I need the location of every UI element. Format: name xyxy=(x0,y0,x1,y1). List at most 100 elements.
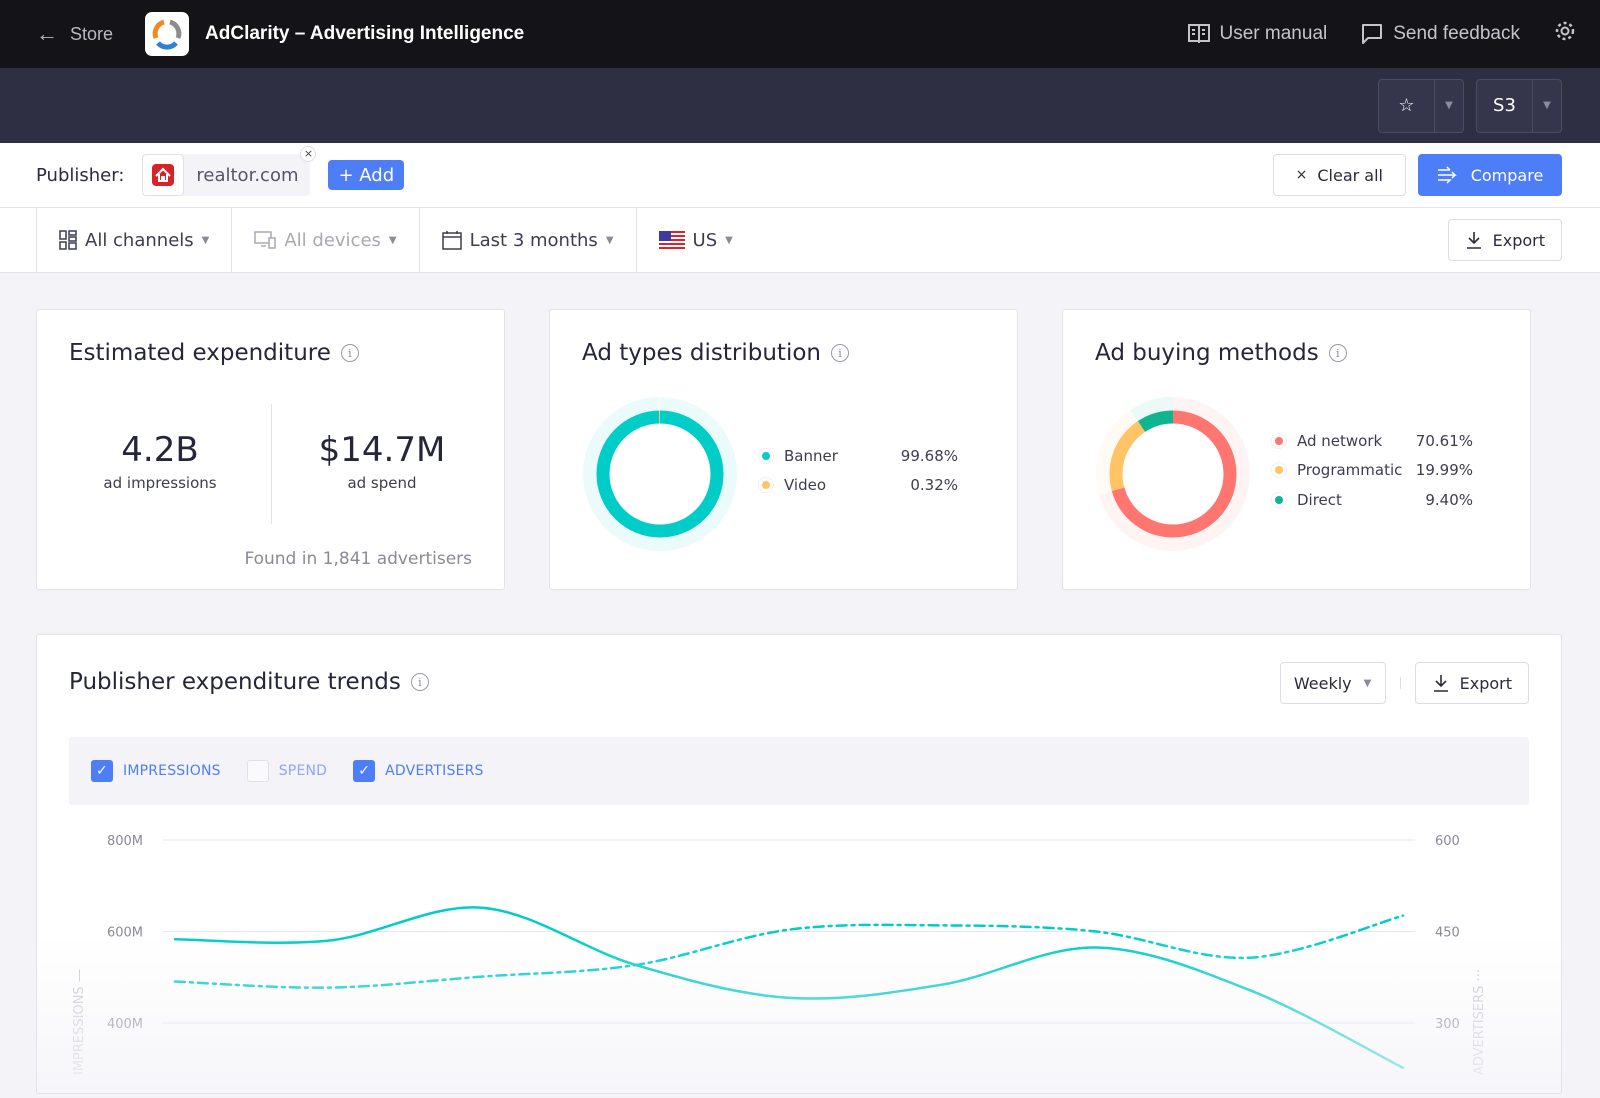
chevron-down-icon: ▼ xyxy=(201,234,210,246)
legend-label: Programmatic xyxy=(1297,461,1403,480)
devices-icon xyxy=(254,231,277,249)
chevron-down-icon: ▼ xyxy=(388,234,397,246)
send-feedback-label: Send feedback xyxy=(1393,23,1520,44)
settings-gear-icon[interactable] xyxy=(1554,20,1576,48)
back-label: Store xyxy=(70,23,114,44)
chevron-down-icon: ▼ xyxy=(725,234,733,246)
legend-pct: 70.61% xyxy=(1415,431,1473,450)
expenditure-trends-card: Publisher expenditure trends i Weekly ▼ … xyxy=(36,634,1562,1094)
devices-filter[interactable]: All devices ▼ xyxy=(231,208,418,272)
realtor-logo-icon xyxy=(142,154,185,196)
granularity-select[interactable]: Weekly ▼ xyxy=(1279,662,1386,704)
ad-types-card: Ad types distribution i Banner 99.68% Vi… xyxy=(549,309,1018,590)
estimated-expenditure-card: Estimated expenditure i 4.2B ad impressi… xyxy=(36,309,505,590)
right-axis-title: ADVERTISERS ··· xyxy=(1472,969,1487,1075)
remove-publisher-icon[interactable]: × xyxy=(300,146,317,162)
divider xyxy=(1399,677,1401,689)
info-icon[interactable]: i xyxy=(830,344,849,362)
series-toggle-bar: ✓ IMPRESSIONS SPEND ✓ ADVERTISERS xyxy=(69,737,1529,805)
legend-label: Banner xyxy=(784,446,838,465)
toggle-spend[interactable]: SPEND xyxy=(246,760,328,782)
project-dropdown-toggle[interactable]: ▼ xyxy=(1533,80,1561,132)
legend-item-ad-network: Ad network 70.61% xyxy=(1275,426,1473,456)
calendar-icon xyxy=(441,231,462,250)
project-button[interactable]: S3 xyxy=(1477,79,1533,132)
publisher-chip[interactable]: realtor.com × xyxy=(142,146,317,196)
checkbox-checked[interactable]: ✓ xyxy=(91,760,113,782)
checkbox-checked[interactable]: ✓ xyxy=(353,760,376,782)
favorites-dropdown-toggle[interactable]: ▼ xyxy=(1435,80,1463,132)
card-title: Ad types distribution xyxy=(582,340,821,366)
compare-arrows-icon xyxy=(1437,166,1457,184)
export-label: Export xyxy=(1459,673,1512,693)
legend-item-programmatic: Programmatic 19.99% xyxy=(1275,456,1473,486)
ad-buying-legend: Ad network 70.61% Programmatic 19.99% Di… xyxy=(1275,426,1473,515)
toggle-impressions[interactable]: ✓ IMPRESSIONS xyxy=(91,760,221,782)
project-split-button: S3 ▼ xyxy=(1476,78,1562,133)
clear-all-button[interactable]: × Clear all xyxy=(1272,154,1406,196)
arrow-left-icon: ← xyxy=(36,21,58,46)
app-title: AdClarity – Advertising Intelligence xyxy=(205,23,525,44)
spend-stat: $14.7M ad spend xyxy=(287,430,477,492)
user-manual-label: User manual xyxy=(1219,23,1328,44)
export-button[interactable]: Export xyxy=(1447,219,1562,261)
export-label: Export xyxy=(1492,230,1545,250)
left-axis-tick: 800M xyxy=(107,834,143,849)
legend-pct: 9.40% xyxy=(1425,490,1473,509)
card-title: Ad buying methods xyxy=(1095,340,1319,366)
star-icon: ☆ xyxy=(1398,95,1415,116)
favorites-split-button: ☆ ▼ xyxy=(1378,78,1464,133)
left-axis-title: IMPRESSIONS — xyxy=(72,969,87,1075)
toggle-advertisers[interactable]: ✓ ADVERTISERS xyxy=(353,760,483,782)
country-filter[interactable]: US ▼ xyxy=(635,208,755,272)
legend-item-banner: Banner 99.68% xyxy=(762,441,958,471)
chat-bubble-icon xyxy=(1362,24,1383,44)
compare-button[interactable]: Compare xyxy=(1418,154,1562,196)
book-icon xyxy=(1187,24,1210,43)
legend-label: Ad network xyxy=(1297,431,1383,450)
legend-pct: 0.32% xyxy=(910,476,958,495)
found-in-advertisers: Found in 1,841 advertisers xyxy=(244,549,472,569)
clear-all-label: Clear all xyxy=(1317,165,1383,185)
us-flag-icon xyxy=(658,231,685,249)
toggle-label: SPEND xyxy=(278,763,328,779)
legend-label: Video xyxy=(784,476,827,495)
donut-slice-banner xyxy=(596,410,724,538)
left-axis-tick: 600M xyxy=(107,926,143,941)
back-to-store-link[interactable]: ← Store xyxy=(36,21,113,47)
info-icon[interactable]: i xyxy=(410,673,429,691)
trends-export-button[interactable]: Export xyxy=(1414,662,1529,704)
checkbox-unchecked[interactable] xyxy=(246,760,269,782)
ad-buying-donut xyxy=(1096,397,1250,551)
send-feedback-link[interactable]: Send feedback xyxy=(1361,23,1520,45)
top-bar: ← Store AdClarity – Advertising Intellig… xyxy=(0,0,1600,68)
user-manual-link[interactable]: User manual xyxy=(1187,23,1328,45)
right-axis-tick: 300 xyxy=(1435,1017,1460,1032)
channels-grid-icon xyxy=(59,230,77,250)
devices-filter-label: All devices xyxy=(284,229,381,251)
legend-dot xyxy=(1275,466,1283,475)
channels-filter-label: All channels xyxy=(85,229,194,251)
info-icon[interactable]: i xyxy=(340,344,359,362)
donut-halo xyxy=(583,397,737,551)
project-bar: ☆ ▼ S3 ▼ xyxy=(0,68,1600,143)
chevron-down-icon: ▼ xyxy=(1363,677,1372,689)
chevron-down-icon: ▼ xyxy=(605,234,614,246)
compare-label: Compare xyxy=(1470,165,1544,185)
period-filter-label: Last 3 months xyxy=(469,229,598,251)
legend-dot xyxy=(1275,436,1283,445)
app-logo xyxy=(145,12,190,56)
favorite-button[interactable]: ☆ xyxy=(1379,79,1435,132)
card-title: Estimated expenditure xyxy=(69,340,331,366)
info-icon[interactable]: i xyxy=(1328,344,1347,362)
legend-item-direct: Direct 9.40% xyxy=(1275,485,1473,515)
impressions-value: 4.2B xyxy=(121,430,199,470)
publisher-label: Publisher: xyxy=(36,164,125,186)
right-axis-tick: 450 xyxy=(1435,926,1460,941)
publisher-bar: Publisher: realtor.com × + Add × Clear a… xyxy=(0,143,1600,208)
toggle-label: IMPRESSIONS xyxy=(123,763,221,779)
period-filter[interactable]: Last 3 months ▼ xyxy=(418,208,636,272)
right-axis-tick: 600 xyxy=(1435,834,1460,849)
channels-filter[interactable]: All channels ▼ xyxy=(36,208,231,272)
add-publisher-button[interactable]: + Add xyxy=(328,160,405,190)
